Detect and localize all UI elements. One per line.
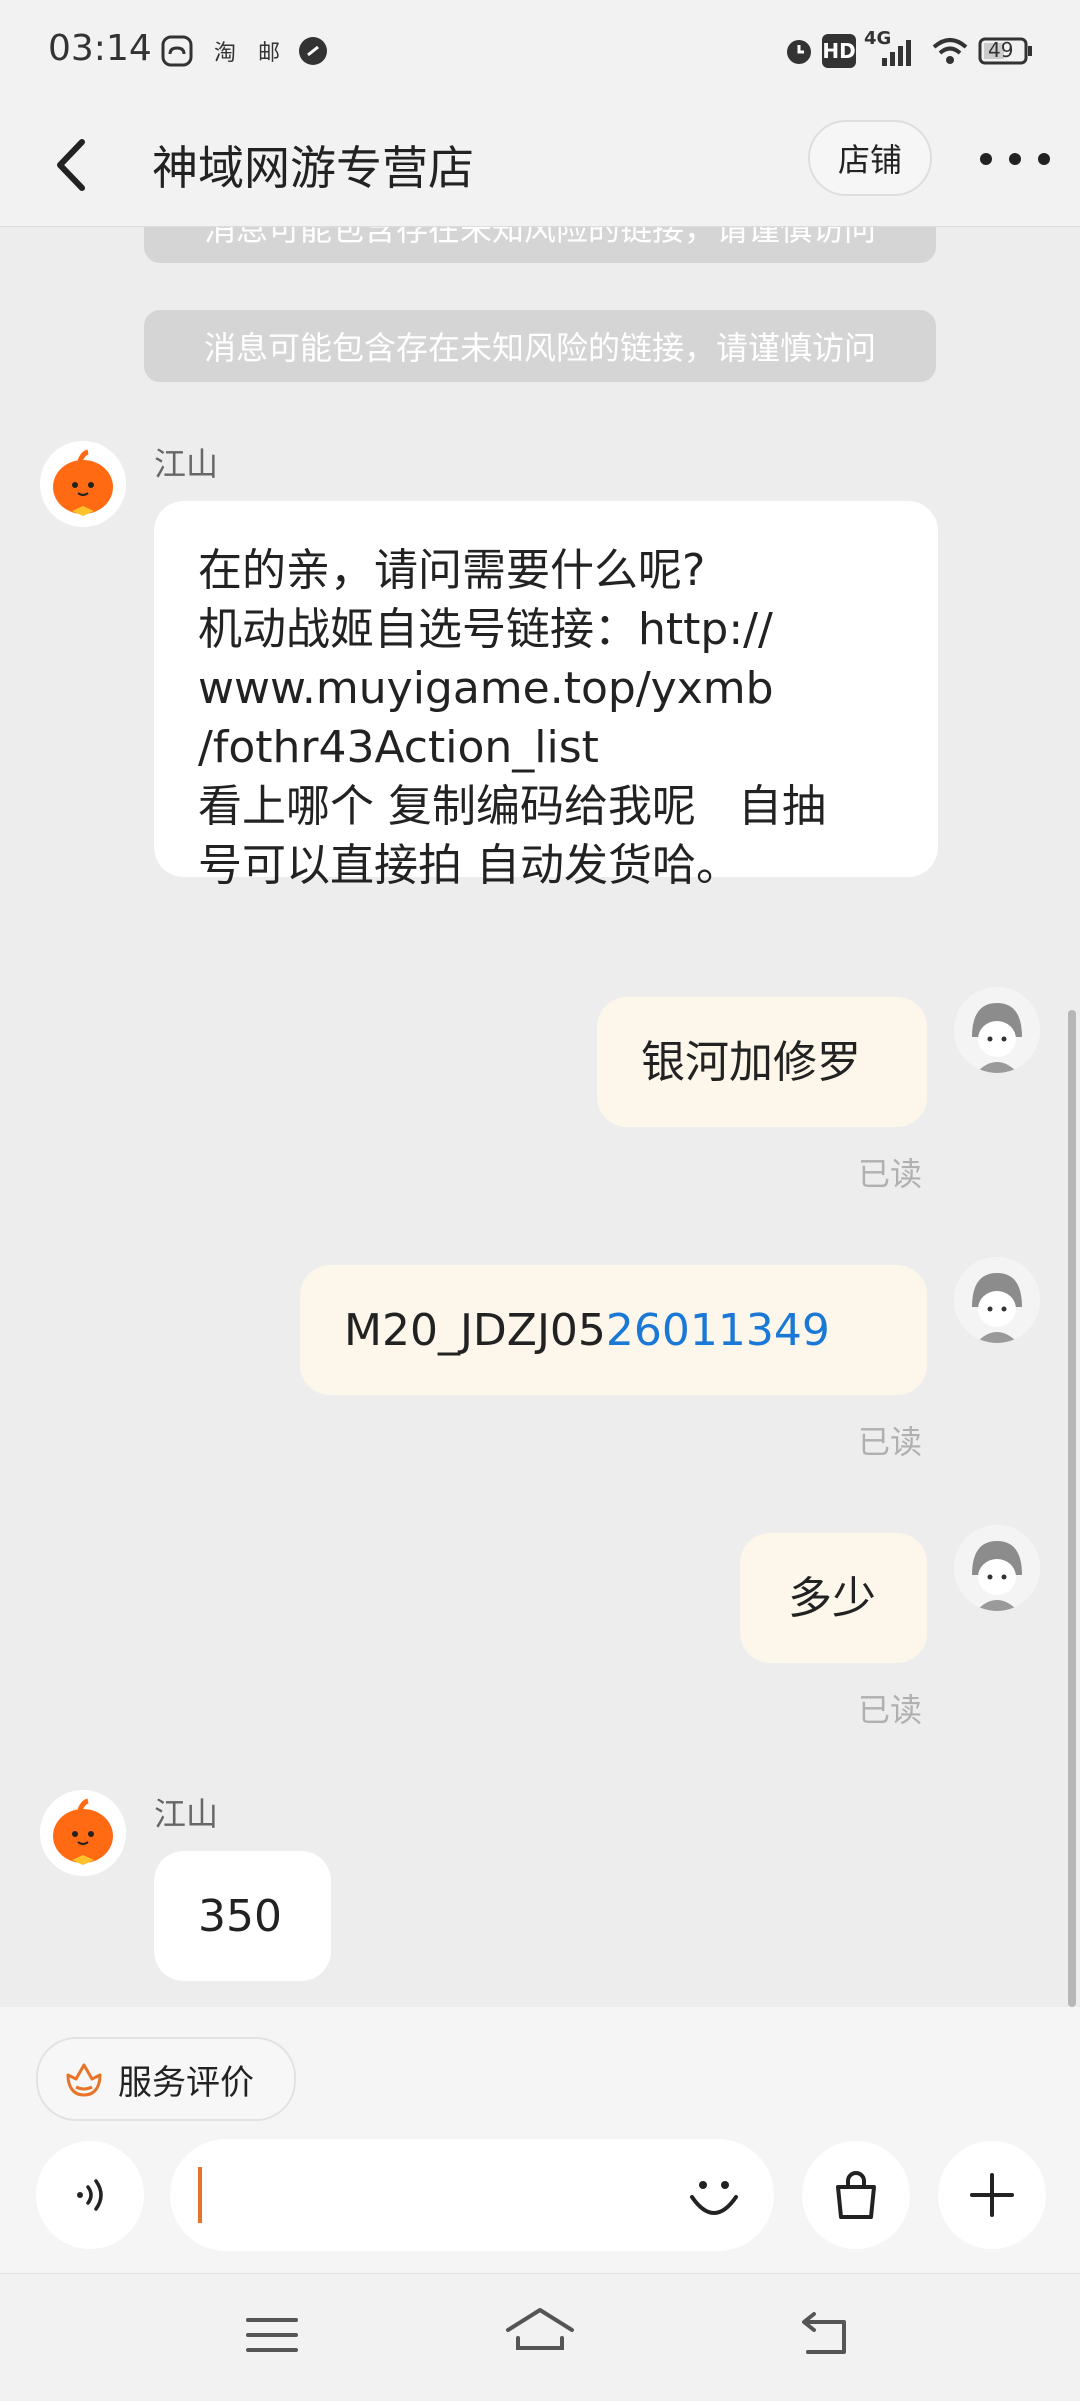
user-avatar[interactable] — [954, 987, 1040, 1073]
sender-name: 江山 — [154, 1795, 219, 1833]
message-bubble[interactable]: 多少 — [740, 1533, 927, 1663]
service-evaluation-button[interactable]: 服务评价 — [36, 2037, 296, 2121]
flower-icon — [66, 2063, 102, 2097]
chat-area[interactable]: 消息可能包含存在未知风险的链接，请谨慎访问 消息可能包含存在未知风险的链接，请谨… — [0, 227, 1080, 2007]
message-line: 在的亲，请问需要什么呢? — [198, 545, 706, 596]
risk-notice: 消息可能包含存在未知风险的链接，请谨慎访问 — [144, 310, 936, 382]
message-text: 多少 — [788, 1573, 876, 1624]
home-icon — [506, 2308, 574, 2350]
alarm-icon — [782, 34, 816, 68]
battery-level: 49 — [988, 38, 1014, 62]
message-text: 350 — [198, 1891, 282, 1942]
home-nav-button[interactable] — [502, 2304, 578, 2364]
more-dot-icon — [980, 153, 992, 165]
text-caret — [198, 2167, 202, 2223]
back-nav-button[interactable] — [794, 2306, 854, 2362]
seller-avatar[interactable] — [40, 441, 126, 527]
status-bar: 03:14 淘 邮 HD 4G 49 — [0, 0, 1080, 104]
message-text: 银河加修罗 — [641, 1037, 861, 1088]
seller-avatar[interactable] — [40, 1790, 126, 1876]
more-dot-icon — [1009, 153, 1021, 165]
shop-button[interactable]: 店铺 — [808, 120, 932, 196]
user-avatar[interactable] — [954, 1525, 1040, 1611]
smiley-icon — [690, 2181, 738, 2215]
read-status: 已读 — [858, 1423, 923, 1461]
read-status: 已读 — [858, 1155, 923, 1193]
add-button[interactable] — [938, 2141, 1046, 2249]
back-button[interactable] — [44, 130, 104, 200]
message-line: /fothr43Action_list — [198, 722, 599, 773]
voice-button[interactable] — [36, 2141, 144, 2249]
message-line: 号可以直接拍 自动发货哈。 — [198, 840, 740, 891]
hd-badge: HD — [822, 34, 856, 68]
emoji-button[interactable] — [684, 2167, 744, 2227]
service-evaluation-label: 服务评价 — [118, 2062, 254, 2103]
message-bubble[interactable]: 350 — [154, 1851, 331, 1981]
mail-icon: 邮 — [257, 41, 280, 66]
message-line: www.muyigame.top/yxmb — [198, 663, 774, 714]
status-time: 03:14 — [48, 28, 152, 69]
system-nav-bar — [0, 2273, 1080, 2401]
wifi-icon — [930, 34, 970, 68]
menu-icon — [246, 2318, 298, 2352]
user-avatar[interactable] — [954, 1257, 1040, 1343]
chat-scrollbar[interactable] — [1068, 1010, 1076, 2007]
back-arrow-icon — [57, 139, 85, 191]
input-panel: 服务评价 — [0, 2007, 1080, 2273]
voice-icon — [77, 2179, 103, 2211]
tao-icon: 淘 — [213, 41, 236, 66]
product-button[interactable] — [802, 2141, 910, 2249]
shopping-bag-icon — [836, 2171, 876, 2219]
menu-nav-button[interactable] — [242, 2310, 302, 2360]
message-text: M20_JDZJ05 — [344, 1305, 606, 1356]
read-status: 已读 — [858, 1691, 923, 1729]
cloud-icon — [160, 34, 194, 68]
battery-icon: 49 — [978, 34, 1034, 68]
chat-header: 神域网游专营店 店铺 — [0, 104, 1080, 227]
message-bubble[interactable]: 在的亲，请问需要什么呢? 机动战姬自选号链接：http:// www.muyig… — [154, 501, 938, 891]
more-dot-icon — [1038, 153, 1050, 165]
message-line: 机动战姬自选号链接：http:// — [198, 604, 773, 655]
message-line: 看上哪个 复制编码给我呢 自抽 — [198, 781, 826, 832]
more-button[interactable] — [980, 144, 1050, 174]
page-title: 神域网游专营店 — [152, 141, 474, 195]
risk-notice: 消息可能包含存在未知风险的链接，请谨慎访问 — [144, 227, 936, 263]
message-link[interactable]: 26011349 — [606, 1305, 830, 1356]
return-icon — [802, 2312, 846, 2354]
message-input[interactable] — [170, 2139, 774, 2251]
plus-icon — [970, 2173, 1014, 2217]
message-bubble[interactable]: M20_JDZJ0526011349 — [300, 1265, 927, 1395]
message-bubble[interactable]: 银河加修罗 — [597, 997, 927, 1127]
signal-icon: 4G — [864, 28, 916, 68]
app-icon — [296, 34, 330, 68]
sender-name: 江山 — [154, 445, 219, 483]
